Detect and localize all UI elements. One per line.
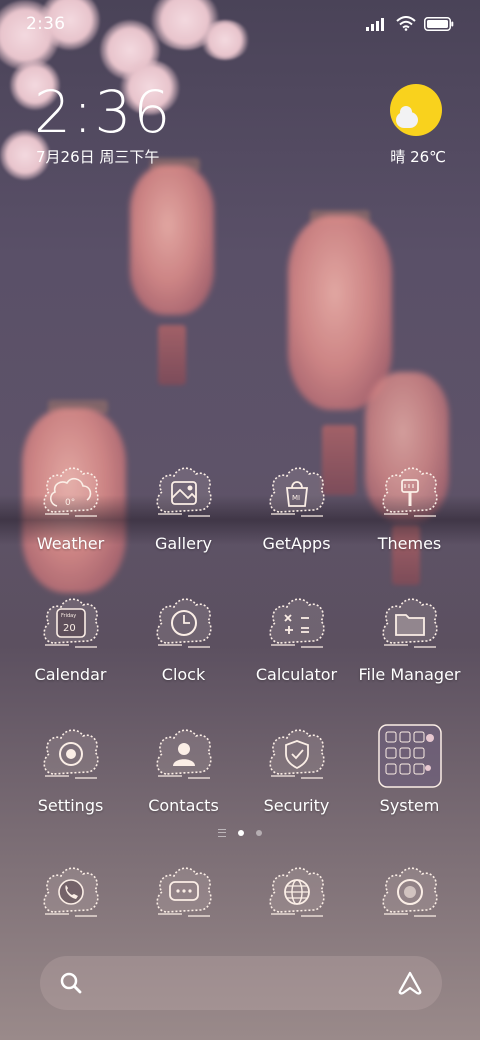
- folder-system[interactable]: System: [353, 724, 466, 815]
- app-label: Gallery: [155, 534, 212, 553]
- dock-phone[interactable]: [14, 862, 127, 926]
- app-weather[interactable]: 0° Weather: [14, 462, 127, 553]
- app-calculator[interactable]: Calculator: [240, 593, 353, 684]
- page-indicator[interactable]: [0, 829, 480, 837]
- calculator-icon: [268, 598, 325, 648]
- app-row: Settings Contacts Security System: [14, 724, 466, 815]
- app-label: Clock: [161, 665, 206, 684]
- app-calendar[interactable]: Friday 20 Calendar: [14, 593, 127, 684]
- app-contacts[interactable]: Contacts: [127, 724, 240, 815]
- page-dot-active[interactable]: [238, 830, 244, 836]
- app-label: Weather: [36, 534, 105, 553]
- clock-icon: [155, 598, 212, 648]
- assistant-icon[interactable]: [396, 970, 424, 996]
- battery-icon: [424, 16, 454, 31]
- app-label: Calculator: [255, 665, 338, 684]
- status-time: 2:36: [26, 14, 66, 34]
- search-bar[interactable]: [40, 956, 442, 1010]
- search-icon[interactable]: [58, 970, 84, 996]
- app-grid: 0° Weather Gallery MI GetApps Themes Fri…: [14, 462, 466, 855]
- themes-icon: [381, 467, 438, 517]
- getapps-icon: MI: [268, 467, 325, 517]
- app-label: Themes: [377, 534, 442, 553]
- contacts-icon: [155, 729, 212, 779]
- svg-text:MI: MI: [292, 494, 300, 502]
- app-label: GetApps: [262, 534, 331, 553]
- app-drawer-indicator-icon[interactable]: [218, 829, 226, 837]
- app-file-manager[interactable]: File Manager: [353, 593, 466, 684]
- dock: [14, 862, 466, 926]
- app-getapps[interactable]: MI GetApps: [240, 462, 353, 553]
- sun-icon: [390, 84, 442, 136]
- app-row: 0° Weather Gallery MI GetApps Themes: [14, 462, 466, 553]
- system-folder-icon: [377, 724, 442, 788]
- app-themes[interactable]: Themes: [353, 462, 466, 553]
- settings-icon: [42, 729, 99, 779]
- app-label: Settings: [37, 796, 104, 815]
- calendar-icon: Friday 20: [42, 598, 99, 648]
- gallery-icon: [155, 467, 212, 517]
- dock-messages[interactable]: [127, 862, 240, 926]
- app-label: Contacts: [148, 796, 219, 815]
- page-dot[interactable]: [256, 830, 262, 836]
- signal-icon: [366, 17, 384, 31]
- cloud-icon: [396, 106, 418, 128]
- app-label: File Manager: [358, 665, 461, 684]
- app-row: Friday 20 Calendar Clock Calculator File…: [14, 593, 466, 684]
- status-bar: 2:36: [0, 0, 480, 50]
- app-security[interactable]: Security: [240, 724, 353, 815]
- wifi-icon: [396, 16, 416, 31]
- security-icon: [268, 729, 325, 779]
- app-label: Security: [263, 796, 330, 815]
- weather-icon: 0°: [42, 467, 99, 517]
- weather-widget[interactable]: 晴 26℃: [356, 82, 446, 172]
- clock-widget-date: 7月26日 周三下午: [36, 148, 160, 166]
- browser-icon: [268, 867, 325, 917]
- app-gallery[interactable]: Gallery: [127, 462, 240, 553]
- dock-camera[interactable]: [353, 862, 466, 926]
- svg-text:0°: 0°: [65, 498, 75, 508]
- file-manager-icon: [381, 598, 438, 648]
- status-icons: [366, 16, 454, 31]
- svg-text:Friday: Friday: [61, 613, 76, 619]
- camera-icon: [381, 867, 438, 917]
- dock-browser[interactable]: [240, 862, 353, 926]
- app-clock[interactable]: Clock: [127, 593, 240, 684]
- app-label: Calendar: [34, 665, 107, 684]
- app-settings[interactable]: Settings: [14, 724, 127, 815]
- clock-widget-time[interactable]: 2:36: [34, 78, 172, 146]
- messages-icon: [155, 867, 212, 917]
- phone-icon: [42, 867, 99, 917]
- svg-text:20: 20: [63, 623, 76, 634]
- app-label: System: [379, 796, 440, 815]
- weather-widget-text: 晴 26℃: [390, 148, 446, 166]
